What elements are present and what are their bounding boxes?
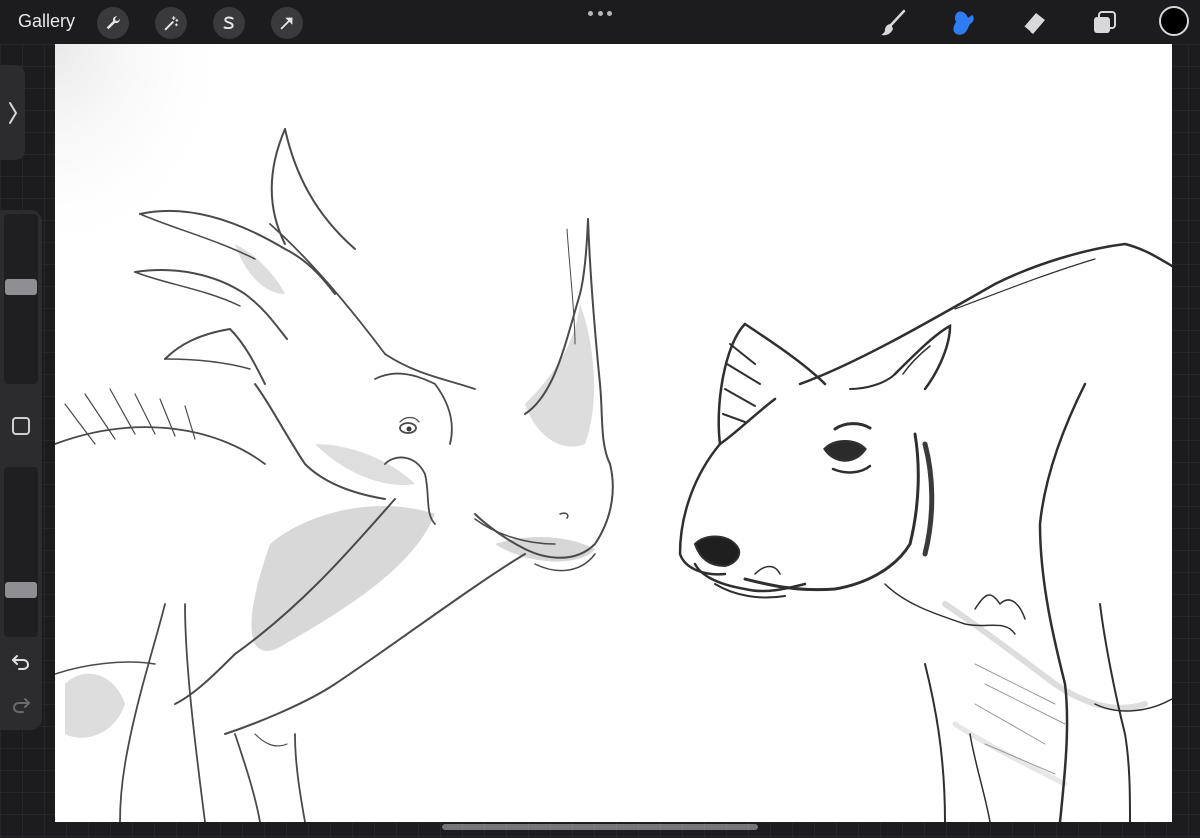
redo-icon	[12, 698, 30, 713]
dot-icon	[607, 10, 612, 16]
transform-arrow-icon	[280, 17, 293, 30]
brush-size-slider[interactable]	[4, 214, 38, 384]
adjustments-button[interactable]	[155, 7, 187, 39]
home-indicator	[442, 824, 758, 830]
modify-button[interactable]	[12, 417, 30, 435]
selection-button[interactable]	[213, 7, 245, 39]
sketch-artwork	[55, 44, 1172, 822]
actions-button[interactable]	[97, 7, 129, 39]
mammal-sketch	[678, 242, 1172, 822]
dot-icon	[597, 10, 603, 16]
eraser-icon	[1023, 13, 1045, 34]
opacity-thumb[interactable]	[5, 582, 37, 598]
undo-icon	[12, 655, 30, 670]
opacity-slider[interactable]	[4, 467, 38, 637]
more-options-button[interactable]	[588, 9, 612, 17]
layers-icon	[1094, 11, 1116, 33]
selection-s-icon	[223, 16, 234, 30]
brush-tool-button[interactable]	[876, 6, 910, 40]
smudge-icon	[953, 11, 974, 35]
eraser-tool-button[interactable]	[1017, 6, 1051, 40]
dot-icon	[588, 10, 593, 16]
gallery-button[interactable]: Gallery	[18, 11, 75, 32]
transform-button[interactable]	[271, 7, 303, 39]
layers-button[interactable]	[1088, 6, 1122, 40]
undo-button[interactable]	[9, 650, 33, 674]
top-toolbar: Gallery	[0, 0, 1200, 44]
wrench-icon	[106, 16, 120, 30]
magic-wand-icon	[164, 16, 179, 31]
brush-size-thumb[interactable]	[5, 278, 37, 295]
smudge-tool-button[interactable]	[946, 6, 980, 40]
color-picker-button[interactable]	[1159, 6, 1189, 36]
redo-button[interactable]	[9, 693, 33, 717]
drawing-canvas[interactable]	[55, 44, 1172, 822]
left-sidebar	[0, 210, 42, 730]
brush-icon	[881, 9, 906, 36]
sidebar-toggle-button[interactable]	[0, 65, 25, 160]
chevron-right-icon	[8, 101, 17, 124]
